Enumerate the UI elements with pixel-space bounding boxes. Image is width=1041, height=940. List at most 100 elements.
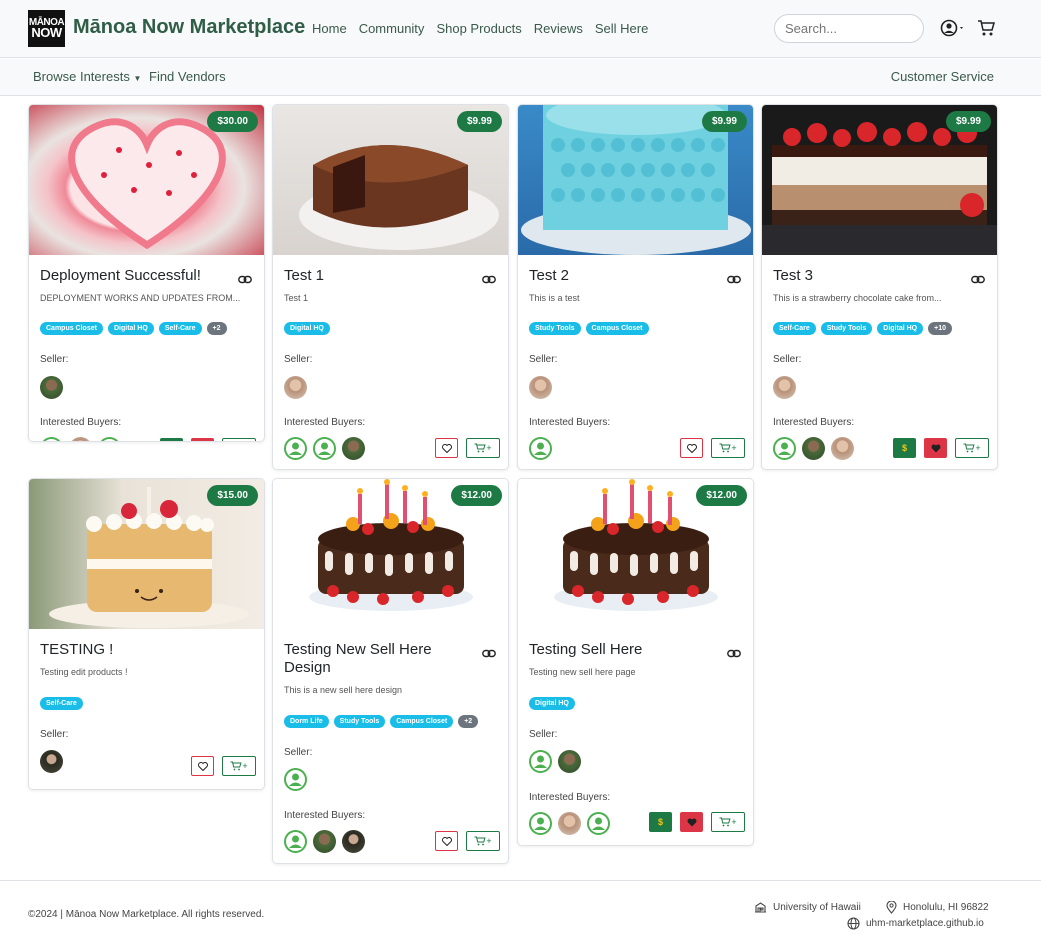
default-user-avatar[interactable] [773,437,796,460]
default-user-avatar[interactable] [313,437,336,460]
purchase-button[interactable]: $ [160,438,183,441]
footer-site[interactable]: uhm-marketplace.github.io [847,917,984,930]
search-input[interactable] [774,14,924,43]
tag-badge[interactable]: Self-Care [773,322,816,335]
link-icon[interactable] [482,271,496,289]
product-image[interactable]: $9.99 [518,105,753,255]
default-user-avatar[interactable] [284,768,307,791]
product-image[interactable]: $9.99 [273,105,508,255]
product-image[interactable]: $12.00 [518,479,753,629]
favorite-button[interactable] [435,831,458,851]
purchase-button[interactable]: $ [893,438,916,458]
avatar[interactable] [558,750,581,773]
tag-badge[interactable]: Study Tools [529,322,581,335]
product-card[interactable]: $30.00 Deployment Successful! DEPLOYMENT… [28,104,265,442]
favorite-button[interactable] [191,756,214,776]
avatar[interactable] [284,376,307,399]
nav-shop-products[interactable]: Shop Products [436,21,521,36]
tag-badge[interactable]: Digital HQ [284,322,330,335]
add-to-cart-button[interactable]: + [711,438,745,458]
avatar[interactable] [342,437,365,460]
default-user-avatar[interactable] [529,750,552,773]
default-user-avatar[interactable] [284,830,307,853]
default-user-avatar[interactable] [529,812,552,835]
more-tags-badge[interactable]: +2 [206,322,227,335]
user-menu-icon[interactable] [940,19,966,42]
avatar[interactable] [558,812,581,835]
product-title[interactable]: Test 3 [773,267,963,285]
product-card[interactable]: $9.99 Test 1 Test 1 Digital HQ Seller: I… [272,104,509,470]
avatar[interactable] [342,830,365,853]
favorite-button[interactable] [924,438,947,458]
product-title[interactable]: Deployment Successful! [40,267,230,285]
site-link[interactable]: uhm-marketplace.github.io [866,918,984,929]
customer-service-link[interactable]: Customer Service [891,69,994,84]
tag-badge[interactable]: Dorm Life [284,715,329,728]
favorite-button[interactable] [435,438,458,458]
more-tags-badge[interactable]: +10 [928,322,952,335]
add-to-cart-button[interactable]: + [222,756,256,776]
nav-home[interactable]: Home [312,21,347,36]
product-title[interactable]: Testing New Sell Here Design [284,641,474,677]
product-image[interactable]: $30.00 [29,105,264,255]
add-to-cart-button[interactable]: + [466,831,500,851]
product-image[interactable]: $15.00 [29,479,264,629]
avatar[interactable] [40,376,63,399]
nav-reviews[interactable]: Reviews [534,21,583,36]
product-title[interactable]: TESTING ! [40,641,230,659]
tag-badge[interactable]: Digital HQ [529,697,575,710]
product-image[interactable]: $12.00 [273,479,508,629]
product-title[interactable]: Test 1 [284,267,474,285]
tag-badge[interactable]: Digital HQ [877,322,924,335]
default-user-avatar[interactable] [529,437,552,460]
avatar[interactable] [773,376,796,399]
tag-badge[interactable]: Campus Closet [40,322,103,335]
avatar[interactable] [40,750,63,773]
avatar[interactable] [529,376,552,399]
product-title[interactable]: Test 2 [529,267,719,285]
default-user-avatar[interactable] [40,437,63,441]
default-user-avatar[interactable] [587,812,610,835]
product-card[interactable]: $12.00 Testing Sell Here Testing new sel… [517,478,754,846]
product-card[interactable]: $12.00 Testing New Sell Here Design This… [272,478,509,864]
tag-badge[interactable]: Campus Closet [390,715,454,728]
link-icon[interactable] [482,645,496,663]
brand-logo[interactable]: MĀNOA NOW [28,10,65,47]
avatar[interactable] [802,437,825,460]
cart-icon[interactable] [977,19,995,42]
brand-name[interactable]: Mānoa Now Marketplace [73,16,305,39]
product-image[interactable]: $9.99 [762,105,997,255]
nav-community[interactable]: Community [359,21,425,36]
purchase-button[interactable]: $ [649,812,672,832]
add-to-cart-button[interactable]: + [466,438,500,458]
favorite-button[interactable] [680,812,703,832]
tag-badge[interactable]: Campus Closet [585,322,649,335]
avatar[interactable] [831,437,854,460]
tag-badge[interactable]: Study Tools [333,715,386,728]
browse-interests-dropdown[interactable]: Browse Interests ▼ [33,69,141,84]
tag-badge[interactable]: Self-Care [158,322,202,335]
product-card[interactable]: $9.99 Test 3 This is a strawberry chocol… [761,104,998,470]
favorite-button[interactable] [191,438,214,441]
add-to-cart-button[interactable]: + [955,438,989,458]
favorite-button[interactable] [680,438,703,458]
tag-badge[interactable]: Study Tools [820,322,873,335]
default-user-avatar[interactable] [284,437,307,460]
link-icon[interactable] [238,271,252,289]
find-vendors-link[interactable]: Find Vendors [149,69,226,84]
tag-badge[interactable]: Digital HQ [107,322,154,335]
tag-badge[interactable]: Self-Care [40,697,83,710]
product-card[interactable]: $15.00 TESTING ! Testing edit products !… [28,478,265,790]
link-icon[interactable] [727,645,741,663]
product-title[interactable]: Testing Sell Here [529,641,719,659]
link-icon[interactable] [971,271,985,289]
avatar[interactable] [69,437,92,441]
nav-sell-here[interactable]: Sell Here [595,21,648,36]
link-icon[interactable] [727,271,741,289]
product-card[interactable]: $9.99 Test 2 This is a test Study Tools … [517,104,754,470]
more-tags-badge[interactable]: +2 [458,715,479,728]
default-user-avatar[interactable] [98,437,121,441]
add-to-cart-button[interactable]: + [711,812,745,832]
avatar[interactable] [313,830,336,853]
add-to-cart-button[interactable]: + [222,438,256,441]
